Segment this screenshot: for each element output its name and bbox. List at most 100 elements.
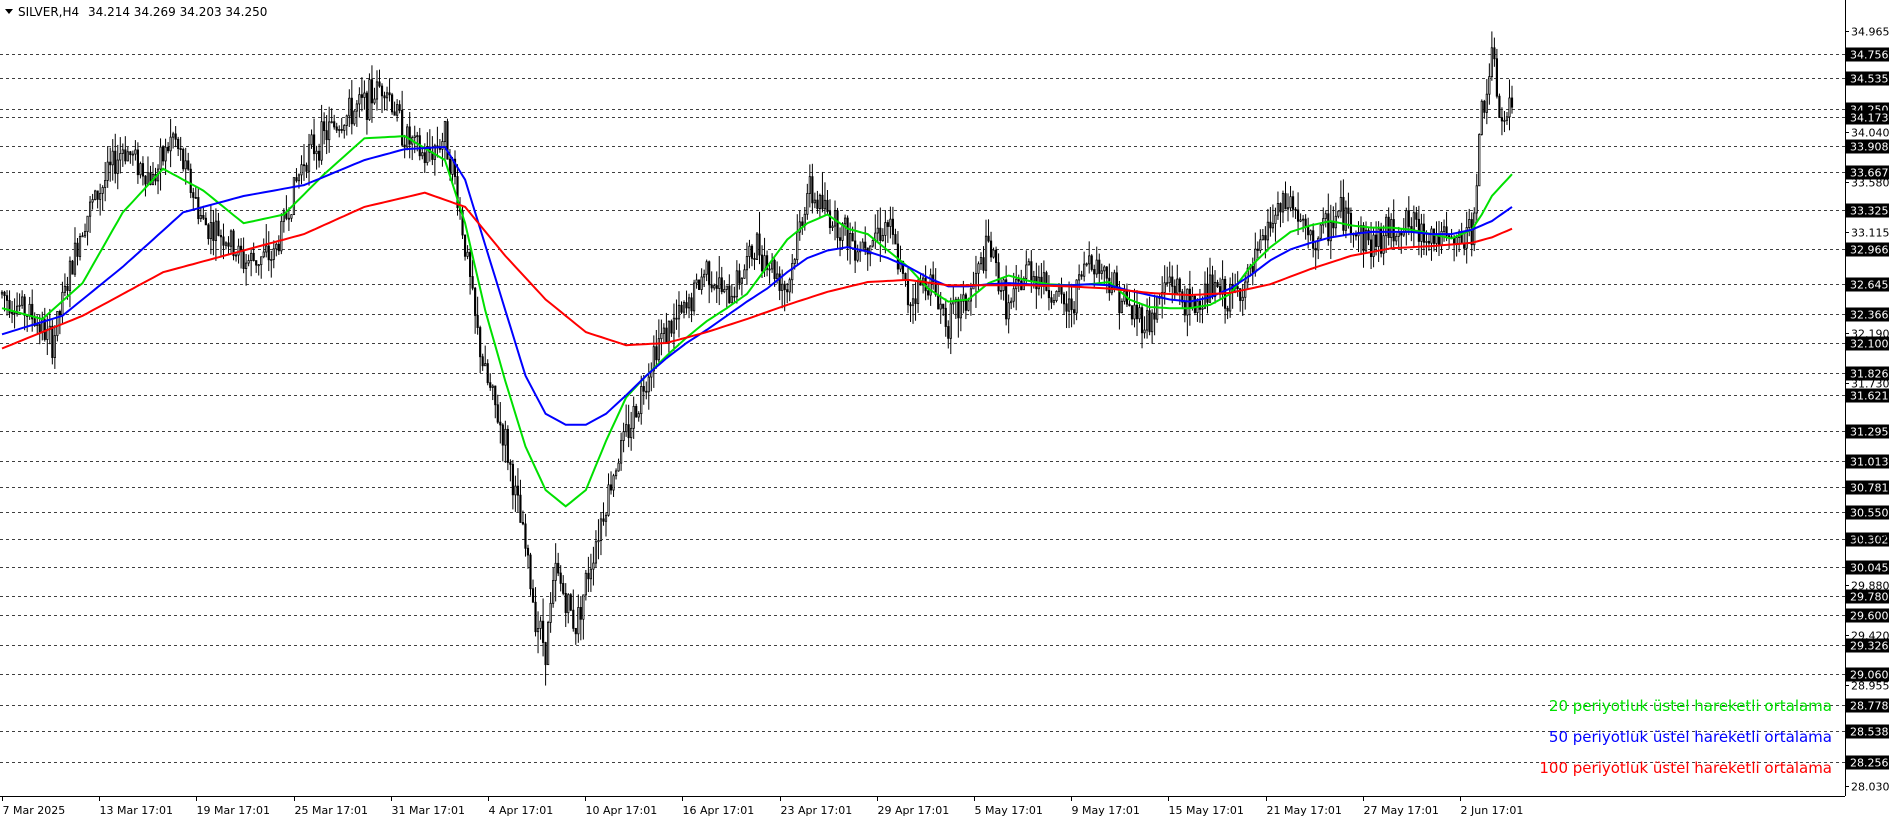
candle-body <box>333 121 336 128</box>
candle-body <box>116 159 119 174</box>
price-chart[interactable]: 34.75634.53534.25034.17333.90833.66733.3… <box>0 0 1896 820</box>
candle-body <box>748 245 751 257</box>
candle-body <box>1143 329 1146 334</box>
candle-body <box>725 285 728 290</box>
candle-body <box>881 234 884 241</box>
candle-body <box>53 335 56 358</box>
candle-body <box>355 103 358 112</box>
candle-body <box>811 176 814 204</box>
candle-body <box>796 231 799 261</box>
level-label: 31.621 <box>1850 390 1889 403</box>
candle-body <box>1508 97 1511 118</box>
candle-body <box>713 285 716 289</box>
candle-body <box>302 164 306 167</box>
candle-body <box>1342 196 1345 231</box>
candle-body <box>557 562 560 574</box>
candle-body <box>1241 296 1244 301</box>
candle-body <box>801 221 804 227</box>
candle-body <box>536 628 540 633</box>
candle-body <box>783 283 786 291</box>
candle-body <box>1138 307 1141 320</box>
candle-body <box>325 130 328 141</box>
candle-body <box>1171 276 1174 287</box>
candle-body <box>1375 234 1378 247</box>
candle-body <box>1055 290 1058 302</box>
candle-body <box>287 217 290 220</box>
candle-body <box>562 582 565 594</box>
candle-body <box>177 138 180 149</box>
candle-body <box>1319 224 1322 239</box>
candle-body <box>1176 278 1179 294</box>
candle-body <box>604 514 608 522</box>
candle-body <box>597 540 600 543</box>
price-tick: 28.030 <box>1851 781 1890 794</box>
price-tick: 34.965 <box>1851 26 1890 39</box>
candle-body <box>476 315 479 328</box>
candle-body <box>1007 302 1010 320</box>
candle-body <box>685 302 688 309</box>
candle-body <box>385 92 389 99</box>
candle-body <box>952 301 955 305</box>
candle-body <box>584 572 587 596</box>
candle-body <box>949 303 952 339</box>
candle-body <box>194 197 197 199</box>
candle-body <box>501 424 504 446</box>
candle-body <box>172 133 175 138</box>
candle-body <box>617 462 620 472</box>
candle-body <box>83 231 87 237</box>
candle-body <box>831 225 834 228</box>
candle-body <box>889 218 892 227</box>
candle-body <box>403 144 406 148</box>
candle-body <box>1294 208 1297 211</box>
candle-body <box>1188 288 1191 308</box>
candle-body <box>743 269 746 279</box>
candle-body <box>1314 247 1317 251</box>
candle-body <box>612 475 615 491</box>
candle-body <box>849 233 852 248</box>
candle-body <box>547 622 550 666</box>
candle-body <box>164 146 167 162</box>
candle-body <box>632 405 635 429</box>
candle-body <box>692 282 696 312</box>
time-tick: 31 Mar 17:01 <box>392 804 465 817</box>
candle-body <box>345 115 348 126</box>
candle-body <box>871 240 874 247</box>
candle-body <box>1070 298 1073 311</box>
candle-body <box>682 302 686 313</box>
candle-body <box>984 235 988 271</box>
candle-body <box>672 317 676 334</box>
candle-body <box>1045 272 1048 291</box>
candle-body <box>1279 203 1282 213</box>
candle-body <box>401 109 404 146</box>
candle-body <box>700 276 703 290</box>
candle-body <box>846 217 849 248</box>
candle-body <box>891 218 894 235</box>
candle-body <box>101 187 104 194</box>
time-tick: 9 May 17:01 <box>1072 804 1140 817</box>
candle-body <box>199 215 202 220</box>
candle-body <box>229 230 233 247</box>
candle-body <box>698 279 701 290</box>
candle-body <box>1050 297 1053 303</box>
candle-body <box>720 277 723 293</box>
candle-body <box>1327 213 1330 242</box>
candle-body <box>174 133 177 140</box>
candle-body <box>396 104 399 116</box>
level-label: 30.781 <box>1850 482 1889 495</box>
candle-body <box>997 262 1000 292</box>
candle-body <box>353 110 356 125</box>
candle-body <box>99 192 102 200</box>
candle-body <box>1468 219 1471 228</box>
candle-body <box>280 220 283 252</box>
price-tick: 34.040 <box>1851 127 1890 140</box>
candle-body <box>169 136 172 152</box>
candle-body <box>109 161 112 166</box>
candle-body <box>1276 203 1280 216</box>
candle-body <box>1274 214 1277 225</box>
candle-body <box>723 288 726 293</box>
candle-body <box>1062 293 1066 305</box>
candle-body <box>886 222 889 227</box>
candle-body <box>1369 239 1373 258</box>
candle-body <box>242 251 245 269</box>
legend-entry: 100 periyotluk üstel hareketli ortalama <box>1539 759 1832 777</box>
